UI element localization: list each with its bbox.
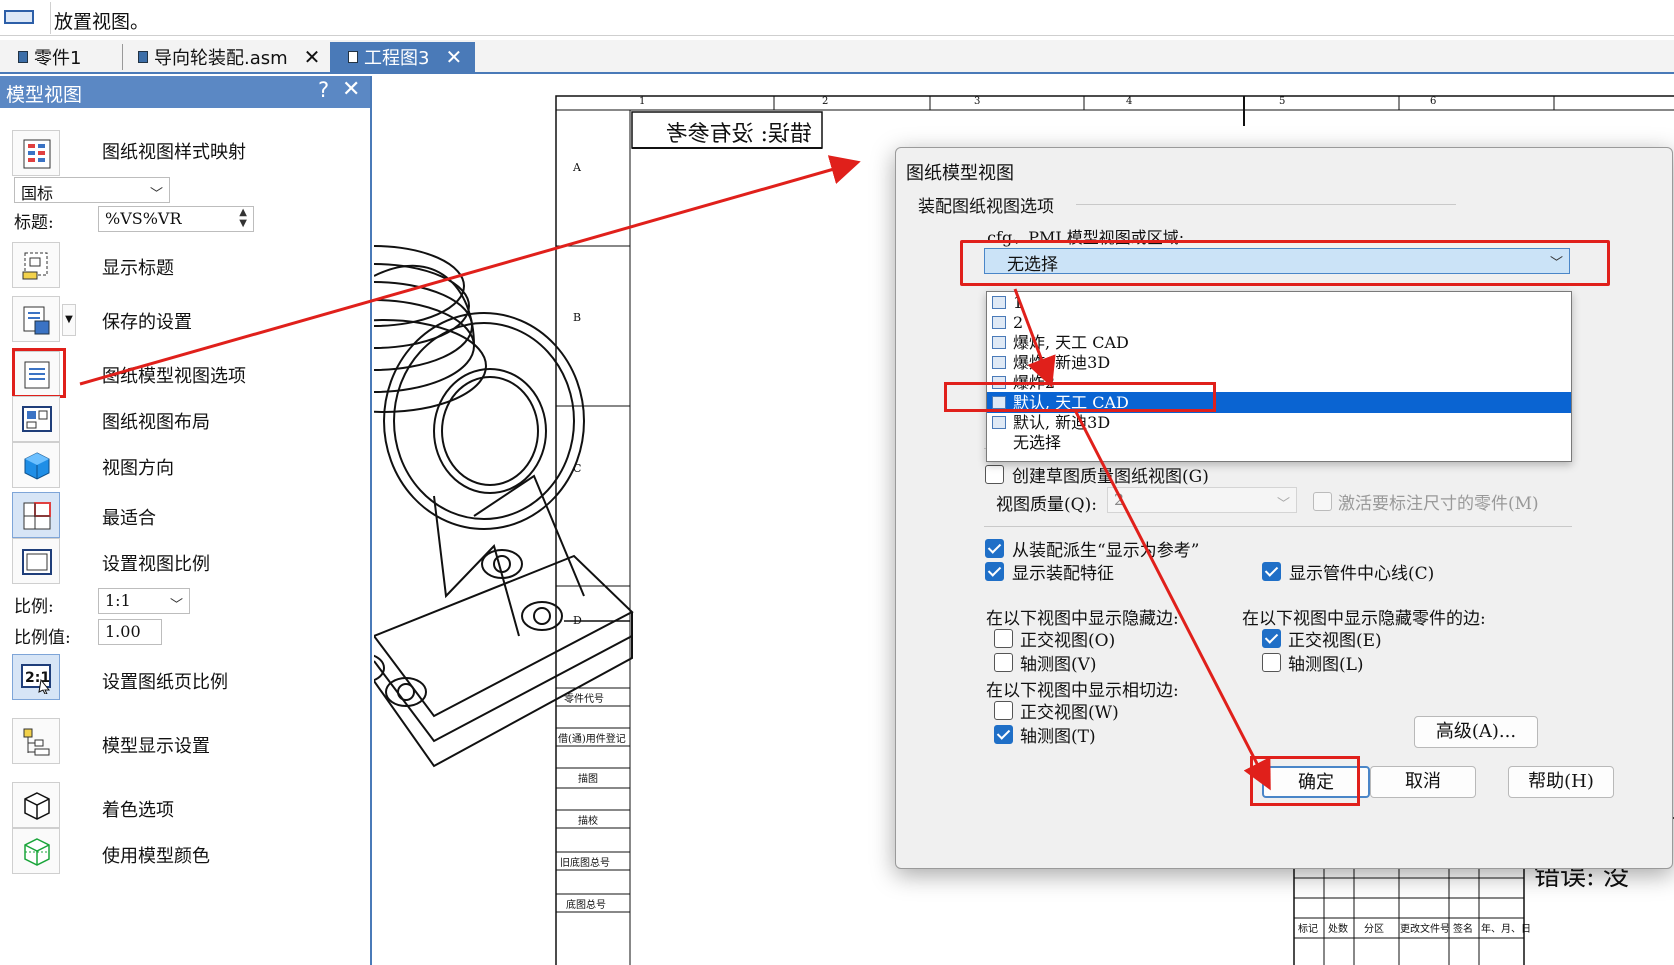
annotation-arrow [1013,288,1056,388]
annotation-arrows [79,155,1271,791]
annotation-arrow [1073,409,1271,791]
annotation-arrow [79,155,861,386]
